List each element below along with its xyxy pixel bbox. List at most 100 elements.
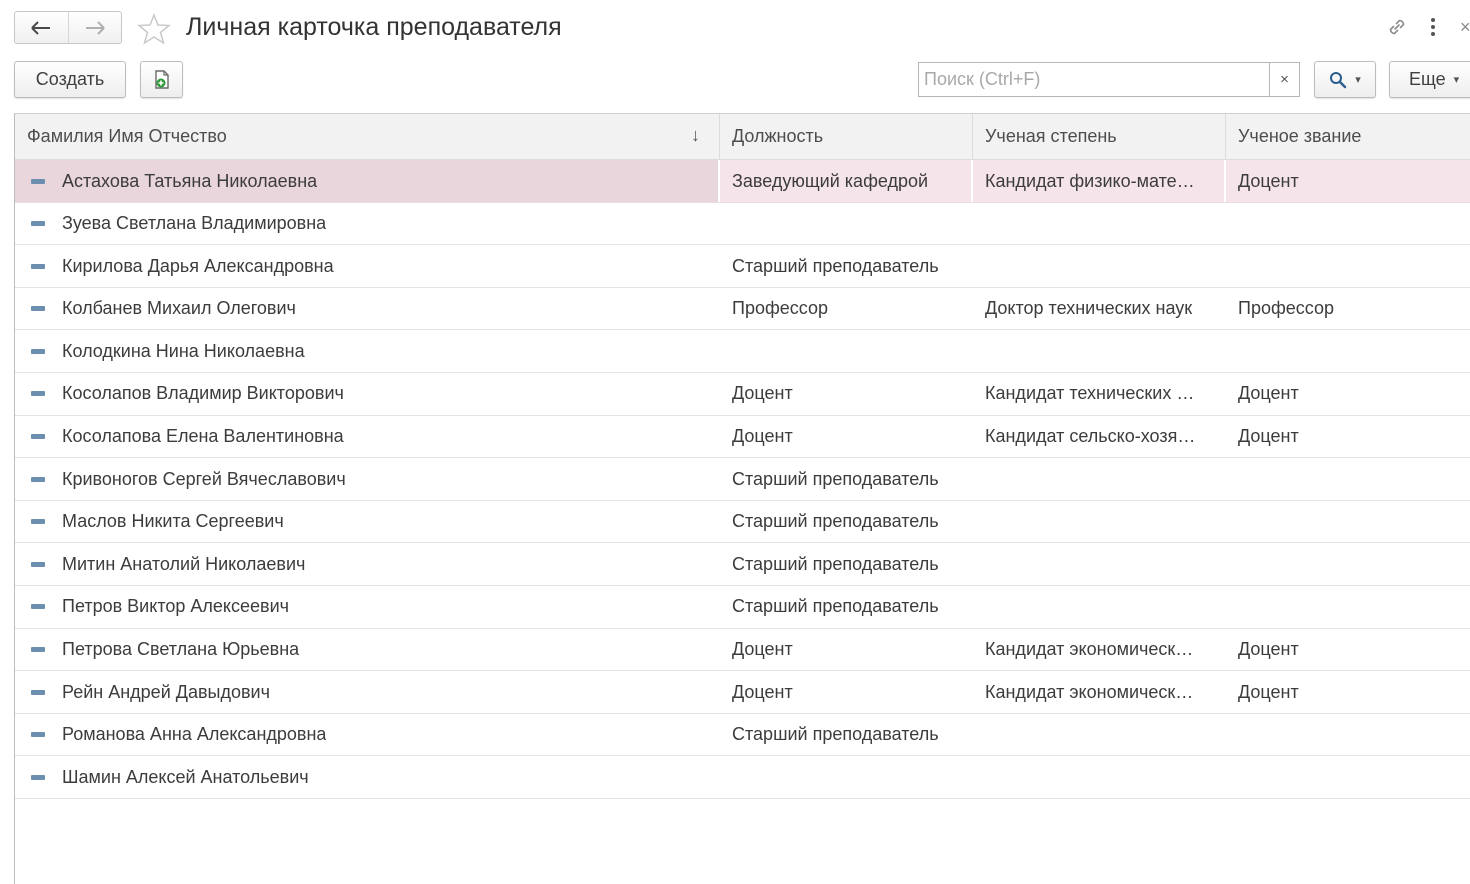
cell-name-text: Кирилова Дарья Александровна [62, 255, 334, 276]
cell-title [1226, 756, 1470, 798]
column-header-degree[interactable]: Ученая степень [973, 114, 1226, 159]
cell-name: Митин Анатолий Николаевич [15, 543, 720, 585]
cell-name-text: Колодкина Нина Николаевна [62, 340, 305, 361]
cell-name: Колодкина Нина Николаевна [15, 330, 720, 372]
cell-title [1226, 330, 1470, 372]
cell-name-text: Маслов Никита Сергеевич [62, 511, 284, 532]
list-item-icon [31, 732, 45, 738]
table-row[interactable]: Петров Виктор Алексеевич Старший препода… [15, 586, 1470, 629]
table-row[interactable]: Косолапова Елена Валентиновна Доцент Кан… [15, 416, 1470, 459]
list-item-icon [31, 476, 45, 482]
cell-name-text: Романова Анна Александровна [62, 724, 327, 745]
table-row[interactable]: Астахова Татьяна Николаевна Заведующий к… [15, 160, 1470, 203]
column-header-position[interactable]: Должность [720, 114, 973, 159]
table-row[interactable]: Маслов Никита Сергеевич Старший преподав… [15, 501, 1470, 544]
cell-position-text: Заведующий кафедрой [732, 170, 929, 191]
cell-position [720, 756, 973, 798]
cell-position: Доцент [720, 416, 973, 458]
close-icon[interactable]: × [1460, 17, 1470, 38]
favorite-star-icon[interactable] [137, 12, 171, 46]
list-item-icon [31, 348, 45, 354]
table-row[interactable]: Колодкина Нина Николаевна [15, 330, 1470, 373]
cell-title: Доцент [1226, 671, 1470, 713]
sort-descending-icon[interactable]: ↓ [691, 125, 700, 146]
arrow-right-icon [85, 20, 105, 35]
cell-title [1226, 501, 1470, 543]
create-button-label: Создать [35, 69, 105, 89]
list-item-icon [31, 263, 45, 269]
column-header-title[interactable]: Ученое звание [1226, 114, 1470, 159]
cell-degree [973, 586, 1226, 628]
table-body: Астахова Татьяна Николаевна Заведующий к… [15, 160, 1470, 799]
column-header-label: Ученое звание [1238, 126, 1362, 146]
table-row[interactable]: Шамин Алексей Анатольевич [15, 756, 1470, 799]
list-item-icon [31, 519, 45, 525]
list-item-icon [31, 647, 45, 653]
cell-title-text: Доцент [1238, 681, 1299, 702]
list-item-icon [31, 221, 45, 227]
column-header-label: Должность [732, 126, 824, 146]
table-row[interactable]: Митин Анатолий Николаевич Старший препод… [15, 543, 1470, 586]
cell-position: Старший преподаватель [720, 714, 973, 756]
cell-degree-text: Доктор технических наук [985, 298, 1193, 319]
table-row[interactable]: Кривоногов Сергей Вячеславович Старший п… [15, 458, 1470, 501]
cell-title-text: Доцент [1238, 426, 1299, 447]
cell-position: Профессор [720, 288, 973, 330]
cell-position-text: Старший преподаватель [732, 511, 939, 532]
cell-title: Доцент [1226, 629, 1470, 671]
window-tools: × [1384, 14, 1470, 40]
column-header-name[interactable]: Фамилия Имя Отчество ↓ [15, 114, 720, 159]
back-button[interactable] [15, 12, 68, 43]
forward-button[interactable] [67, 12, 122, 43]
cell-title-text: Доцент [1238, 383, 1299, 404]
table-row[interactable]: Косолапов Владимир Викторович Доцент Кан… [15, 373, 1470, 416]
cell-name-text: Астахова Татьяна Николаевна [62, 170, 318, 191]
table-row[interactable]: Петрова Светлана Юрьевна Доцент Кандидат… [15, 629, 1470, 672]
more-button-label: Еще [1409, 69, 1446, 89]
column-header-label: Ученая степень [985, 126, 1117, 146]
more-button[interactable]: Еще ▾ [1389, 61, 1470, 98]
list-item-icon [31, 391, 45, 397]
cell-name: Косолапова Елена Валентиновна [15, 416, 720, 458]
cell-name: Колбанев Михаил Олегович [15, 288, 720, 330]
table-row[interactable]: Рейн Андрей Давыдович Доцент Кандидат эк… [15, 671, 1470, 714]
cell-title [1226, 586, 1470, 628]
cell-degree [973, 330, 1226, 372]
cell-title [1226, 245, 1470, 287]
cell-name: Рейн Андрей Давыдович [15, 671, 720, 713]
cell-position: Заведующий кафедрой [720, 160, 971, 202]
cell-position: Старший преподаватель [720, 458, 973, 500]
cell-name: Астахова Татьяна Николаевна [15, 160, 718, 202]
cell-degree-text: Кандидат экономическ… [985, 681, 1194, 702]
table-row[interactable]: Зуева Светлана Владимировна [15, 203, 1470, 246]
cell-degree [973, 714, 1226, 756]
search-input[interactable] [918, 62, 1270, 97]
cell-title [1226, 203, 1470, 245]
cell-position [720, 203, 973, 245]
link-icon[interactable] [1384, 14, 1410, 40]
search-button[interactable]: ▾ [1314, 61, 1376, 98]
cell-name: Кирилова Дарья Александровна [15, 245, 720, 287]
search-clear-button[interactable]: × [1269, 62, 1300, 97]
table-row[interactable]: Колбанев Михаил Олегович Профессор Докто… [15, 288, 1470, 331]
cell-degree-text: Кандидат физико-мате… [985, 170, 1195, 191]
list-item-icon [31, 774, 45, 780]
cell-name: Романова Анна Александровна [15, 714, 720, 756]
cell-name: Петрова Светлана Юрьевна [15, 629, 720, 671]
copy-button[interactable] [140, 61, 183, 98]
cell-position-text: Доцент [732, 681, 793, 702]
table-row[interactable]: Кирилова Дарья Александровна Старший пре… [15, 245, 1470, 288]
table-row[interactable]: Романова Анна Александровна Старший преп… [15, 714, 1470, 757]
cell-position-text: Старший преподаватель [732, 255, 939, 276]
more-vertical-icon[interactable] [1428, 15, 1438, 39]
cell-name-text: Петрова Светлана Юрьевна [62, 639, 300, 660]
teachers-table: Фамилия Имя Отчество ↓ Должность Ученая … [14, 113, 1470, 884]
cell-position-text: Старший преподаватель [732, 553, 939, 574]
copy-document-icon [154, 69, 169, 89]
cell-position-text: Старший преподаватель [732, 596, 939, 617]
cell-title [1226, 458, 1470, 500]
cell-position: Старший преподаватель [720, 543, 973, 585]
cell-position: Доцент [720, 373, 973, 415]
create-button[interactable]: Создать [14, 61, 126, 98]
cell-degree [973, 543, 1226, 585]
